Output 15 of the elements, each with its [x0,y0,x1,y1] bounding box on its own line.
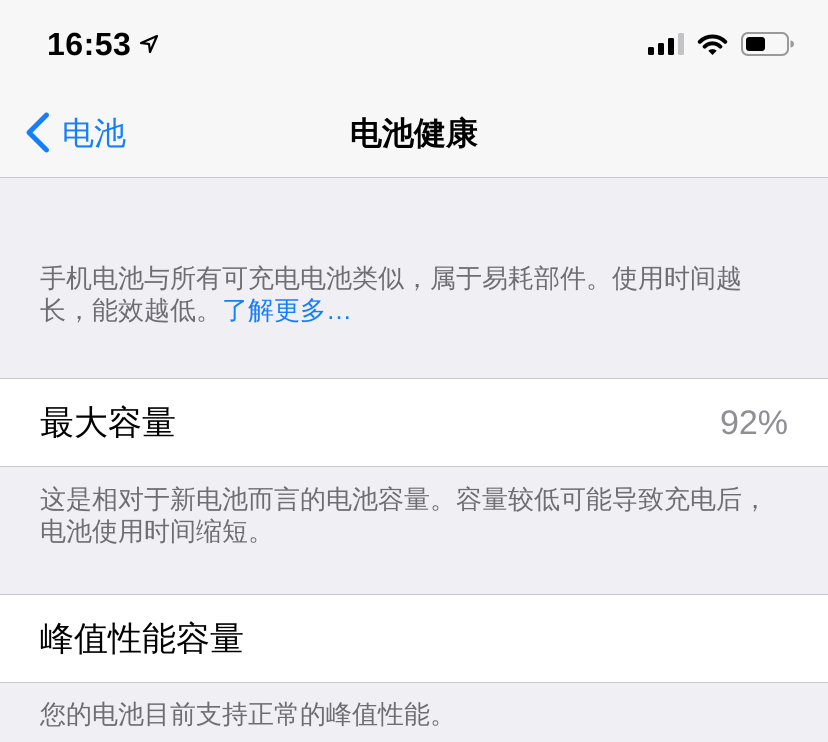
wifi-icon [696,32,729,56]
row-label: 峰值性能容量 [40,622,244,656]
row-label: 最大容量 [40,406,176,440]
status-time: 16:53 [47,28,132,60]
row-value: 92% [720,406,788,440]
learn-more-link[interactable]: 了解更多… [222,295,352,325]
page-title: 电池健康 [350,116,478,148]
chevron-left-icon [25,112,50,153]
battery-icon [741,32,794,56]
intro-text: 手机电池与所有可充电电池类似，属于易耗部件。使用时间越长，能效越低。了解更多… [40,262,743,326]
footer-text: 这是相对于新电池而言的电池容量。容量较低可能导致充电后，电池使用时间缩短。 [40,483,769,547]
location-arrow-icon [139,34,160,54]
back-button[interactable]: 电池 [25,112,126,153]
signal-bars-icon [648,33,684,55]
footer-text: 您的电池目前支持正常的峰值性能。 [40,698,457,730]
